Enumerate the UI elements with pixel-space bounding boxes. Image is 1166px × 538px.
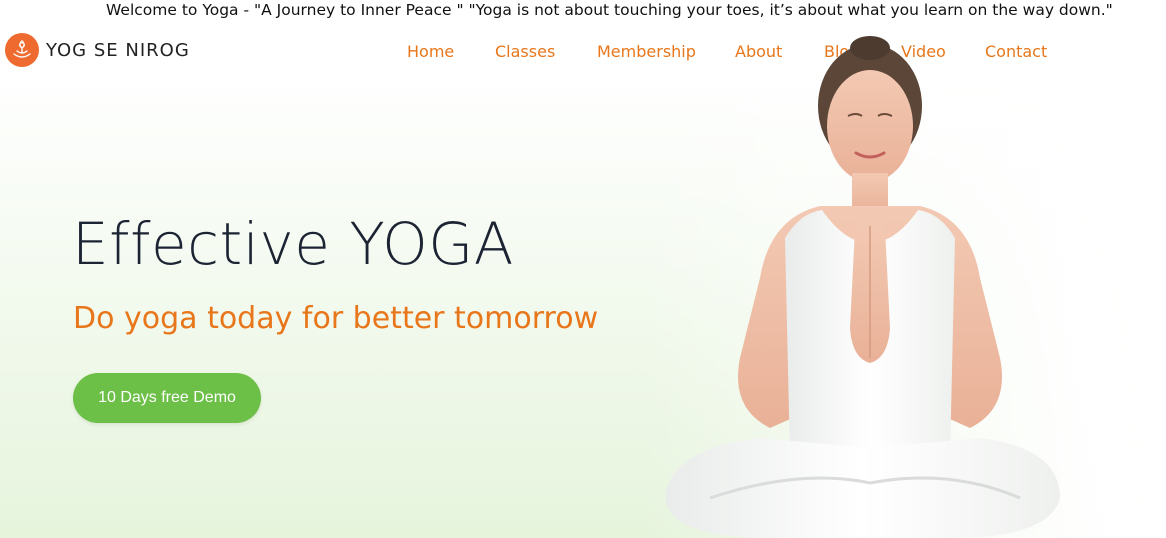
hero-subtitle: Do yoga today for better tomorrow: [73, 301, 599, 336]
nav-classes[interactable]: Classes: [495, 42, 555, 61]
yoga-woman-image: [665, 36, 1060, 538]
welcome-marquee: Welcome to Yoga - "A Journey to Inner Pe…: [0, 0, 1166, 24]
brand-logo[interactable]: YOG SE NIROG: [5, 33, 190, 67]
lotus-meditation-icon: [5, 33, 39, 67]
free-demo-button[interactable]: 10 Days free Demo: [73, 373, 261, 423]
nav-home[interactable]: Home: [407, 42, 454, 61]
marquee-text: Welcome to Yoga - "A Journey to Inner Pe…: [106, 1, 1113, 19]
hero-title: Effective YOGA: [72, 210, 514, 278]
brand-name: YOG SE NIROG: [46, 39, 190, 61]
